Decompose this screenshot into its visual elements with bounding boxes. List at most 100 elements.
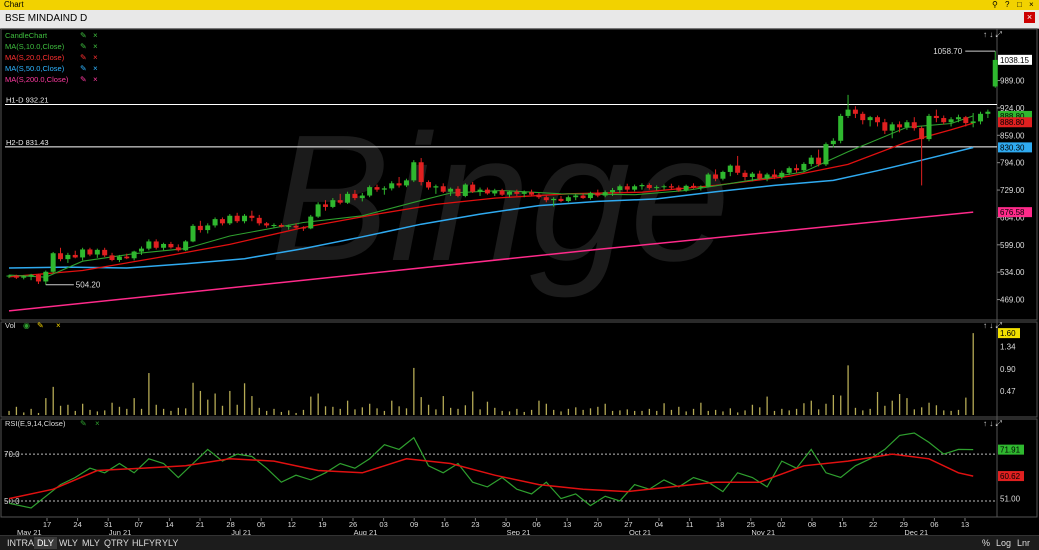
candle	[978, 113, 984, 122]
rsi-level-label: 70.0	[4, 450, 20, 459]
candle	[521, 192, 527, 194]
candle	[65, 254, 71, 260]
x-tick-label: 13	[563, 520, 571, 529]
volume-bar	[597, 406, 599, 415]
legend-remove-icon: ×	[93, 75, 98, 84]
volume-bar	[516, 408, 518, 415]
x-month-label: Jun 21	[109, 528, 132, 535]
volume-bar	[332, 406, 334, 415]
candle	[168, 243, 174, 248]
volume-bar	[876, 391, 879, 415]
x-tick-label: 06	[930, 520, 938, 529]
volume-bar	[707, 410, 709, 415]
volume-bar	[862, 410, 864, 415]
candle	[389, 183, 395, 189]
volume-legend: Vol	[5, 321, 16, 330]
candle	[757, 173, 763, 179]
legend-edit-icon: ✎	[80, 53, 87, 62]
close-chart-icon[interactable]: ×	[1024, 12, 1035, 23]
candle	[801, 163, 807, 171]
volume-bar	[921, 407, 923, 415]
x-month-label: Dec 21	[904, 528, 928, 535]
volume-bar	[185, 408, 187, 415]
candle	[860, 113, 866, 121]
candle	[381, 188, 387, 190]
x-tick-label: 09	[410, 520, 418, 529]
percent-scale-toggle[interactable]: %	[982, 538, 990, 548]
candle	[985, 111, 991, 114]
candle	[278, 225, 284, 227]
legend-remove-icon: ×	[93, 31, 98, 40]
candle	[602, 192, 608, 196]
help-icon[interactable]: ?	[1005, 0, 1009, 10]
tab-intra[interactable]: INTRA	[4, 537, 37, 549]
maximize-icon[interactable]: □	[1017, 0, 1022, 10]
candle	[565, 197, 571, 202]
volume-bar	[391, 400, 393, 415]
candle	[786, 168, 792, 173]
linear-scale-toggle[interactable]: Lnr	[1017, 538, 1030, 548]
chart-area[interactable]: Binge469.00534.00599.00664.00729.00794.0…	[0, 28, 1039, 535]
candle	[470, 184, 476, 192]
candle	[610, 190, 616, 193]
candle	[197, 225, 203, 231]
volume-bar	[346, 400, 349, 415]
volume-bar	[737, 412, 739, 415]
log-scale-toggle[interactable]: Log	[996, 538, 1011, 548]
volume-bar	[413, 367, 415, 415]
volume-bar	[369, 403, 371, 415]
price-tick-label: 599.00	[1000, 241, 1025, 250]
search-icon[interactable]: ⚲	[992, 0, 998, 10]
rsi-tag: 71.91	[1000, 446, 1021, 455]
volume-bar	[508, 411, 511, 415]
candle	[264, 223, 270, 226]
candle	[256, 217, 262, 224]
volume-bar	[30, 408, 32, 415]
candle	[889, 124, 895, 131]
x-tick-label: 21	[196, 520, 204, 529]
close-window-icon[interactable]: ×	[1029, 0, 1034, 10]
tab-dly[interactable]: DLY	[34, 537, 57, 549]
candle	[352, 193, 358, 199]
tab-yly[interactable]: YLY	[159, 537, 181, 549]
volume-bar	[692, 408, 695, 415]
candle	[705, 174, 711, 187]
volume-bar	[192, 382, 194, 415]
candle	[506, 191, 512, 195]
candle	[35, 274, 41, 282]
candle	[646, 185, 652, 188]
volume-bar	[781, 408, 783, 415]
candle	[580, 195, 586, 199]
tab-mly[interactable]: MLY	[79, 537, 103, 549]
volume-bar	[714, 409, 717, 415]
tab-qtry[interactable]: QTRY	[101, 537, 132, 549]
volume-bar	[626, 409, 628, 415]
volume-bar	[832, 395, 835, 415]
volume-bar	[59, 405, 62, 415]
volume-bar	[553, 409, 555, 415]
volume-bar	[236, 404, 238, 415]
candle	[749, 173, 755, 177]
candle	[536, 194, 542, 198]
candle	[161, 243, 167, 248]
volume-bar	[302, 409, 305, 415]
candle	[926, 115, 932, 140]
candle	[794, 168, 800, 171]
volume-bar	[45, 398, 47, 415]
candle	[654, 187, 660, 189]
candle	[897, 124, 903, 128]
volume-bar	[74, 410, 76, 415]
volume-bar	[155, 404, 157, 415]
candle	[919, 128, 925, 140]
tab-wly[interactable]: WLY	[56, 537, 81, 549]
volume-bar	[118, 406, 121, 415]
volume-bar	[450, 407, 452, 415]
volume-bar	[634, 410, 636, 415]
volume-panel-border	[0, 321, 1038, 418]
volume-bar	[898, 394, 901, 415]
legend-item: MA(S,200.0,Close)	[5, 75, 69, 84]
candle	[271, 225, 277, 227]
rsi-line	[8, 432, 974, 509]
x-tick-label: 02	[777, 520, 785, 529]
volume-bar	[751, 404, 754, 415]
